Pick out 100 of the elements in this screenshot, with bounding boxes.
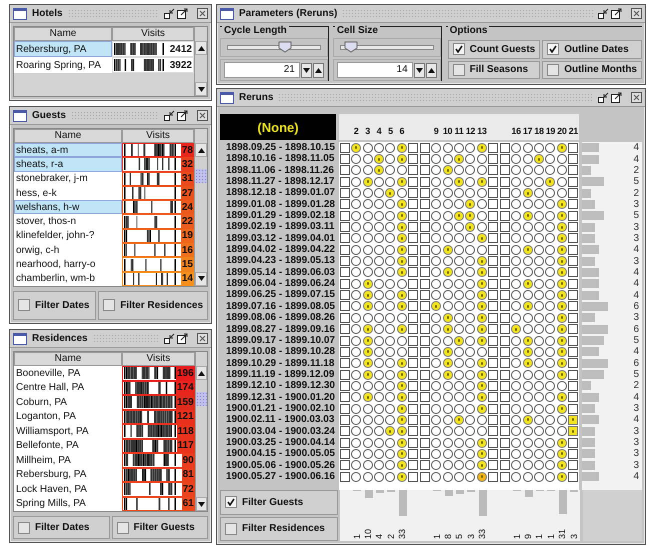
square-marker[interactable] — [568, 301, 578, 312]
square-marker[interactable] — [420, 380, 430, 391]
square-marker[interactable] — [488, 448, 498, 459]
date-range[interactable]: 1899.12.31 - 1900.01.20 — [220, 392, 339, 403]
table-cell[interactable]: Roaring Spring, PA — [14, 57, 112, 73]
filter-button[interactable]: Filter Dates — [13, 290, 96, 320]
square-marker[interactable] — [488, 438, 498, 448]
square-marker[interactable] — [408, 176, 418, 187]
square-marker[interactable] — [500, 460, 510, 470]
table-cell[interactable]: nearhood, harry-o — [14, 257, 122, 272]
square-marker[interactable] — [408, 426, 418, 436]
square-marker[interactable] — [408, 336, 418, 346]
date-range[interactable]: 1899.07.16 - 1899.08.05 — [220, 300, 339, 312]
maximize-icon[interactable] — [611, 8, 622, 19]
square-marker[interactable] — [500, 414, 510, 425]
date-range[interactable]: 1899.03.12 - 1899.04.01 — [220, 232, 339, 244]
square-marker[interactable] — [340, 188, 350, 198]
square-marker[interactable] — [488, 380, 498, 391]
slider-thumb[interactable] — [344, 41, 358, 53]
square-marker[interactable] — [568, 336, 578, 346]
square-marker[interactable] — [408, 380, 418, 391]
square-marker[interactable] — [568, 210, 578, 221]
square-marker[interactable] — [340, 165, 350, 176]
date-range[interactable]: 1898.11.27 - 1898.12.17 — [220, 176, 339, 188]
square-marker[interactable] — [488, 312, 498, 323]
square-marker[interactable] — [420, 370, 430, 380]
square-marker[interactable] — [568, 324, 578, 334]
table-cell[interactable]: hess, e-k — [14, 186, 122, 200]
square-marker[interactable] — [408, 301, 418, 312]
square-marker[interactable] — [420, 278, 430, 289]
minimize-icon[interactable] — [164, 110, 175, 121]
table-cell[interactable]: Lock Haven, PA — [14, 482, 122, 496]
filter-button[interactable]: Outline Dates — [542, 40, 642, 58]
square-marker[interactable] — [408, 290, 418, 300]
square-marker[interactable] — [500, 188, 510, 198]
square-marker[interactable] — [340, 336, 350, 346]
minimize-icon[interactable] — [598, 8, 609, 19]
square-marker[interactable] — [340, 154, 350, 164]
square-marker[interactable] — [340, 301, 350, 312]
square-marker[interactable] — [568, 222, 578, 232]
square-marker[interactable] — [340, 290, 350, 300]
square-marker[interactable] — [488, 460, 498, 470]
square-marker[interactable] — [500, 301, 510, 312]
square-marker[interactable] — [340, 472, 350, 482]
square-marker[interactable] — [488, 244, 498, 255]
square-marker[interactable] — [408, 414, 418, 425]
number-field[interactable]: 21 — [224, 62, 300, 78]
square-marker[interactable] — [408, 244, 418, 255]
scroll-down-button[interactable] — [196, 497, 207, 511]
square-marker[interactable] — [408, 460, 418, 470]
square-marker[interactable] — [488, 392, 498, 402]
square-marker[interactable] — [420, 404, 430, 414]
scroll-up-button[interactable] — [195, 143, 207, 157]
scroll-thumb[interactable] — [195, 169, 207, 183]
square-marker[interactable] — [420, 324, 430, 334]
square-marker[interactable] — [500, 438, 510, 448]
square-marker[interactable] — [500, 154, 510, 164]
square-marker[interactable] — [340, 176, 350, 187]
square-marker[interactable] — [408, 267, 418, 278]
table-cell[interactable]: Coburn, PA — [14, 395, 122, 410]
date-range[interactable]: 1898.09.25 - 1898.10.15 — [220, 142, 339, 154]
square-marker[interactable] — [568, 438, 578, 448]
square-marker[interactable] — [340, 210, 350, 221]
square-marker[interactable] — [488, 199, 498, 210]
table-cell[interactable]: Spring Mills, PA — [14, 496, 122, 511]
square-marker[interactable] — [500, 404, 510, 414]
square-marker[interactable] — [420, 448, 430, 459]
square-marker[interactable] — [340, 426, 350, 436]
square-marker[interactable] — [420, 210, 430, 221]
checkbox[interactable] — [18, 522, 30, 534]
square-marker[interactable] — [340, 256, 350, 266]
table-cell[interactable]: welshans, h-w — [14, 200, 122, 214]
date-range[interactable]: 1900.01.21 - 1900.02.10 — [220, 402, 339, 414]
square-marker[interactable] — [500, 426, 510, 436]
date-range[interactable]: 1899.06.04 - 1899.06.24 — [220, 278, 339, 290]
square-marker[interactable] — [500, 380, 510, 391]
column-header[interactable]: Visits — [122, 129, 194, 143]
square-marker[interactable] — [408, 438, 418, 448]
date-range[interactable]: 1899.12.10 - 1899.12.30 — [220, 380, 339, 392]
square-marker[interactable] — [420, 312, 430, 323]
column-header[interactable]: Visits — [122, 352, 195, 366]
square-marker[interactable] — [500, 142, 510, 153]
square-marker[interactable] — [420, 154, 430, 164]
filter-button[interactable]: Filter Dates — [13, 516, 110, 539]
checkbox[interactable] — [116, 522, 128, 534]
square-marker[interactable] — [420, 165, 430, 176]
scroll-down-button[interactable] — [195, 272, 207, 286]
square-marker[interactable] — [420, 426, 430, 436]
column-header[interactable]: Name — [14, 352, 122, 366]
square-marker[interactable] — [420, 199, 430, 210]
square-marker[interactable] — [500, 233, 510, 244]
square-marker[interactable] — [488, 336, 498, 346]
filter-button[interactable]: Outline Months — [542, 60, 642, 79]
square-marker[interactable] — [408, 165, 418, 176]
date-range[interactable]: 1899.05.14 - 1899.06.03 — [220, 266, 339, 278]
square-marker[interactable] — [500, 324, 510, 334]
square-marker[interactable] — [340, 199, 350, 210]
square-marker[interactable] — [488, 370, 498, 380]
square-marker[interactable] — [568, 142, 578, 153]
square-marker[interactable] — [408, 346, 418, 357]
